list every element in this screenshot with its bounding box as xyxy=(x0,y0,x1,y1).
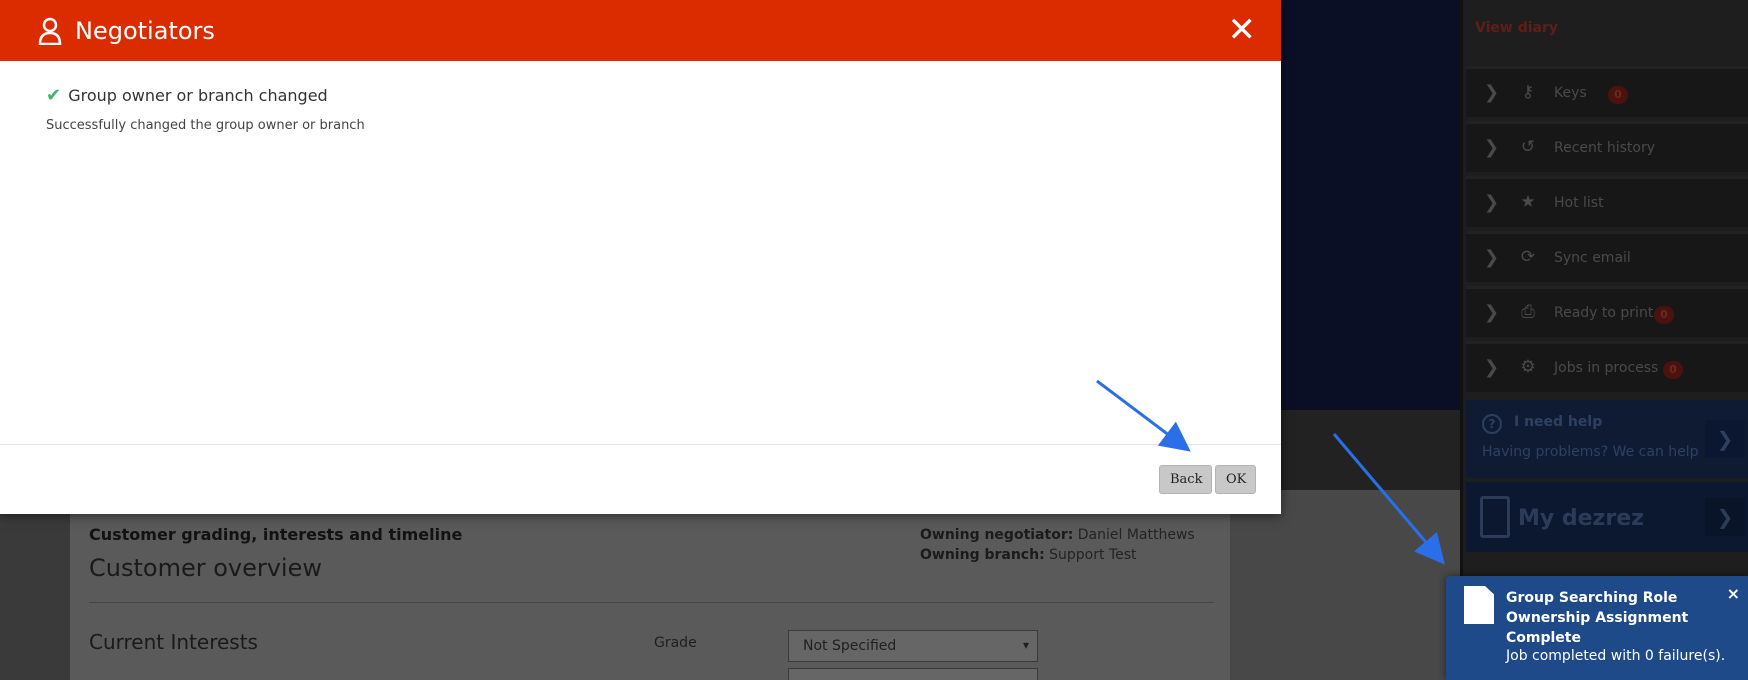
owning-branch-value: Support Test xyxy=(1049,547,1137,563)
chevron-right-icon: ❯ xyxy=(1484,137,1500,158)
chevron-right-icon[interactable]: ❯ xyxy=(1705,420,1745,458)
customer-content-panel: Customer grading, interests and timeline… xyxy=(70,514,1230,680)
sidebar-item-recent-history[interactable]: ❯ ↺ Recent history xyxy=(1466,121,1748,172)
sync-icon: ⟳ xyxy=(1520,247,1536,267)
chevron-right-icon: ❯ xyxy=(1484,302,1500,323)
chevron-right-icon: ❯ xyxy=(1484,247,1500,268)
dezrez-logo-icon xyxy=(1480,496,1510,538)
user-icon xyxy=(38,17,62,45)
sidebar-item-label: Hot list xyxy=(1554,195,1604,211)
success-header: ✔ Group owner or branch changed xyxy=(46,85,328,106)
negotiators-dialog: Negotiators ✕ ✔ Group owner or branch ch… xyxy=(0,0,1281,514)
job-complete-toast: Group Searching Role Ownership Assignmen… xyxy=(1446,576,1748,680)
toast-close-button[interactable]: × xyxy=(1727,584,1740,603)
success-message: Successfully changed the group owner or … xyxy=(46,118,365,133)
owning-branch-label: Owning branch: xyxy=(920,547,1045,563)
history-icon: ↺ xyxy=(1520,137,1536,157)
owner-info: Owning negotiator: Daniel Matthews Ownin… xyxy=(920,525,1195,565)
back-button[interactable]: Back xyxy=(1159,465,1212,494)
print-icon: ⎙ xyxy=(1521,302,1535,322)
sidebar-item-label: Sync email xyxy=(1554,250,1631,266)
sidebar-item-label: Jobs in process xyxy=(1554,360,1659,376)
check-icon: ✔ xyxy=(46,85,62,106)
view-diary-link[interactable]: View diary xyxy=(1475,20,1558,36)
help-panel[interactable]: ? I need help Having problems? We can he… xyxy=(1466,400,1748,478)
toast-message: Job completed with 0 failure(s). xyxy=(1506,648,1726,664)
chevron-right-icon: ❯ xyxy=(1484,192,1500,213)
my-dezrez-panel[interactable]: My dezrez ❯ xyxy=(1466,482,1748,552)
ok-button[interactable]: OK xyxy=(1215,465,1256,494)
help-icon: ? xyxy=(1482,414,1502,434)
toast-title: Group Searching Role Ownership Assignmen… xyxy=(1506,590,1689,646)
dialog-header: Negotiators ✕ xyxy=(0,0,1281,61)
sidebar-item-hot-list[interactable]: ❯ ★ Hot list xyxy=(1466,176,1748,227)
help-subtitle: Having problems? We can help xyxy=(1482,444,1699,460)
section-heading: Customer grading, interests and timeline xyxy=(89,525,463,544)
success-heading: Group owner or branch changed xyxy=(68,86,328,105)
key-icon: ⚷ xyxy=(1521,82,1535,102)
footer-divider xyxy=(0,444,1281,445)
chevron-down-icon: ▾ xyxy=(1022,638,1029,652)
chevron-right-icon: ❯ xyxy=(1484,357,1500,378)
print-count-badge: 0 xyxy=(1654,306,1674,324)
dialog-title: Negotiators xyxy=(75,17,215,45)
keys-count-badge: 0 xyxy=(1608,86,1628,104)
gear-icon: ⚙ xyxy=(1520,357,1536,377)
secondary-select[interactable] xyxy=(788,668,1038,680)
chevron-right-icon: ❯ xyxy=(1484,82,1500,103)
jobs-count-badge: 0 xyxy=(1663,361,1683,379)
my-dezrez-label: My dezrez xyxy=(1518,506,1644,531)
document-icon xyxy=(1464,586,1494,624)
sidebar-item-ready-to-print[interactable]: ❯ ⎙ Ready to print 0 xyxy=(1466,286,1748,337)
divider xyxy=(89,602,1214,603)
grade-label: Grade xyxy=(654,635,697,651)
owning-negotiator-value: Daniel Matthews xyxy=(1077,527,1195,543)
close-icon[interactable]: ✕ xyxy=(1228,11,1257,49)
sidebar-item-label: Recent history xyxy=(1554,140,1655,156)
sidebar-item-sync-email[interactable]: ❯ ⟳ Sync email xyxy=(1466,231,1748,282)
owning-negotiator-label: Owning negotiator: xyxy=(920,527,1074,543)
star-icon: ★ xyxy=(1520,192,1536,212)
interests-title: Current Interests xyxy=(89,630,258,654)
sidebar-item-label: Keys xyxy=(1554,85,1587,101)
overview-title: Customer overview xyxy=(89,554,322,582)
chevron-right-icon[interactable]: ❯ xyxy=(1705,498,1745,536)
sidebar-item-label: Ready to print xyxy=(1554,305,1654,321)
help-title: I need help xyxy=(1514,414,1603,430)
grade-select[interactable]: Not Specified ▾ xyxy=(788,630,1038,662)
grade-select-value: Not Specified xyxy=(803,638,897,654)
sidebar-item-keys[interactable]: ❯ ⚷ Keys 0 xyxy=(1466,66,1748,117)
sidebar-item-jobs-in-process[interactable]: ❯ ⚙ Jobs in process 0 xyxy=(1466,341,1748,392)
